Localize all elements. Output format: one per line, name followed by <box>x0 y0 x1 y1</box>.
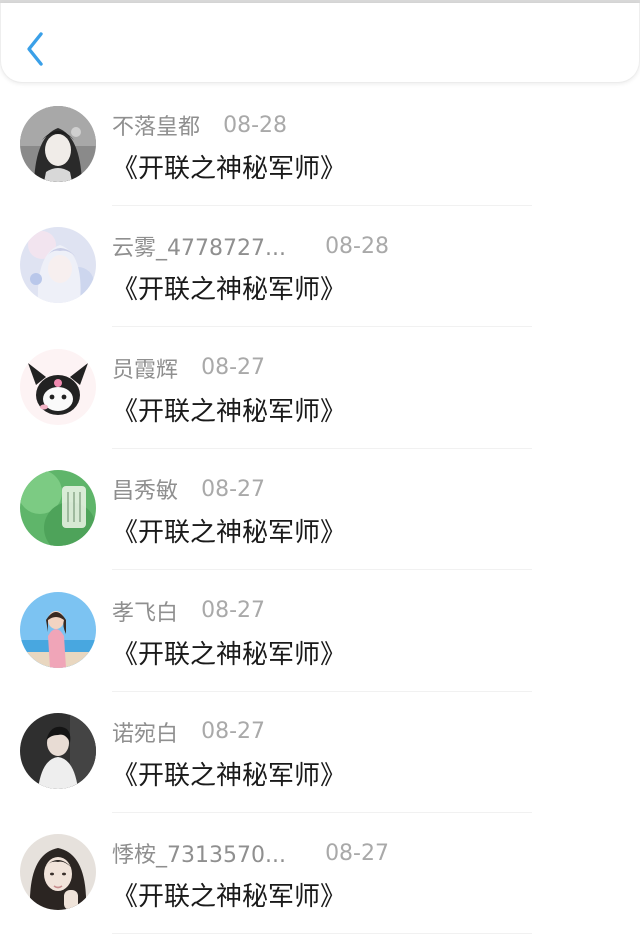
commenter-name[interactable]: 员霞辉 <box>112 352 178 384</box>
green-jade-avatar[interactable] <box>20 470 96 547</box>
commenter-name[interactable]: 不落皇都 <box>112 109 200 141</box>
comment-text: 《开联之神秘军师》 <box>112 518 347 549</box>
dark-portrait-avatar[interactable] <box>20 712 96 789</box>
comment-text: 《开联之神秘军师》 <box>112 275 347 306</box>
comment-date: 08-27 <box>201 598 266 624</box>
comment-item: 昌秀敏 08-27 《开联之神秘军师》 <box>0 455 640 576</box>
item-divider <box>112 811 532 813</box>
item-divider <box>112 326 532 328</box>
comment-text: 《开联之神秘军师》 <box>112 760 347 791</box>
item-divider <box>112 569 532 571</box>
comment-date: 08-28 <box>223 112 288 138</box>
pastel-anime-avatar[interactable] <box>20 227 96 304</box>
chevron-left-icon <box>27 32 43 66</box>
anime-girl-avatar[interactable] <box>20 106 96 182</box>
comment-item: 诺宛白 08-27 《开联之神秘军师》 <box>0 698 640 819</box>
comment-date: 08-27 <box>201 719 266 745</box>
comment-date: 08-28 <box>325 233 389 259</box>
comment-list: 不落皇都 08-28 《开联之神秘军师》 云雾_4778727... 08-28… <box>0 91 640 939</box>
comment-item: 不落皇都 08-28 《开联之神秘军师》 <box>0 91 640 212</box>
comment-item: 悸桉_7313570... 08-27 《开联之神秘军师》 <box>0 819 640 939</box>
comment-text: 《开联之神秘军师》 <box>112 396 347 427</box>
comment-item: 云雾_4778727... 08-28 《开联之神秘军师》 <box>0 212 640 333</box>
item-divider <box>112 447 532 449</box>
commenter-name[interactable]: 诺宛白 <box>112 716 178 748</box>
comment-item: 员霞辉 08-27 《开联之神秘军师》 <box>0 334 640 455</box>
girl-portrait-avatar[interactable] <box>20 834 96 911</box>
kuromi-avatar[interactable] <box>20 348 96 425</box>
commenter-name[interactable]: 云雾_4778727... <box>112 230 286 262</box>
commenter-name[interactable]: 孝飞白 <box>112 595 178 627</box>
item-divider <box>112 690 532 692</box>
comment-text: 《开联之神秘军师》 <box>112 154 347 184</box>
comment-text: 《开联之神秘军师》 <box>112 639 347 670</box>
commenter-name[interactable]: 悸桉_7313570... <box>112 837 286 869</box>
commenter-name[interactable]: 昌秀敏 <box>112 473 178 505</box>
item-divider <box>112 933 532 935</box>
comment-item: 孝飞白 08-27 《开联之神秘军师》 <box>0 577 640 698</box>
comment-date: 08-27 <box>201 355 266 381</box>
comment-date: 08-27 <box>201 476 266 502</box>
comment-text: 《开联之神秘军师》 <box>112 882 347 913</box>
app-header <box>0 3 640 83</box>
comment-date: 08-27 <box>325 840 389 866</box>
item-divider <box>112 205 532 206</box>
back-button[interactable] <box>15 23 55 73</box>
beach-girl-avatar[interactable] <box>20 591 96 668</box>
